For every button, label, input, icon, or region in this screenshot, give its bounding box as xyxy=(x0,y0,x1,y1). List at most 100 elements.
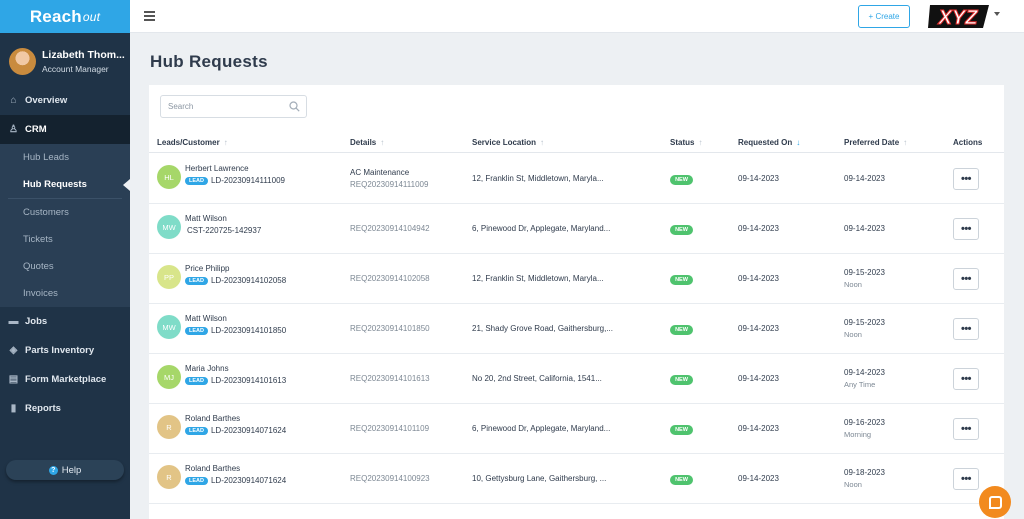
sidebar-subitem-invoices[interactable]: Invoices xyxy=(0,280,130,307)
company-logo[interactable]: XYZ xyxy=(928,3,991,30)
row-actions-button[interactable]: ••• xyxy=(953,168,979,190)
customer-id-text: LD-20230914071624 xyxy=(210,476,287,485)
table-row[interactable]: MW Matt Wilson LEAD LD-20230914101850 REQ202… xyxy=(149,304,1004,354)
row-actions-button[interactable]: ••• xyxy=(953,268,979,290)
customer-name[interactable]: Matt Wilson xyxy=(185,214,227,223)
brand-name: Reach xyxy=(29,6,82,26)
preferred-date: 09-14-2023 xyxy=(844,174,885,183)
lead-badge: LEAD xyxy=(185,426,208,435)
row-actions-button[interactable]: ••• xyxy=(953,318,979,340)
sidebar-subitem-hub-requests[interactable]: Hub Requests xyxy=(0,171,130,198)
lead-badge: LEAD xyxy=(185,276,208,285)
sidebar-item-reports[interactable]: ▮ Reports xyxy=(0,394,130,423)
sidebar-item-parts-inventory[interactable]: ◈ Parts Inventory xyxy=(0,336,130,365)
request-number: REQ20230914101850 xyxy=(350,324,430,333)
lead-badge: LEAD xyxy=(185,476,208,485)
preferred-date: 09-16-2023 xyxy=(844,418,885,427)
preferred-date: 09-14-2023 xyxy=(844,224,885,233)
avatar xyxy=(9,48,36,75)
sidebar-item-form-marketplace[interactable]: ▤ Form Marketplace xyxy=(0,365,130,394)
table-row[interactable]: R Roland Barthes LEAD LD-20230914071624 REQ2… xyxy=(149,404,1004,454)
search-input[interactable]: Search xyxy=(160,95,307,118)
service-location: 12, Franklin St, Middletown, Maryla... xyxy=(472,174,604,183)
chat-launcher-button[interactable] xyxy=(979,486,1011,518)
sidebar-item-crm[interactable]: ♙ CRM xyxy=(0,115,130,144)
user-profile[interactable]: Lizabeth Thom... Account Manager xyxy=(0,33,130,80)
customer-avatar: MJ xyxy=(157,365,181,389)
sidebar-item-label: Form Marketplace xyxy=(25,374,107,385)
customer-id: LEAD LD-20230914071624 xyxy=(185,476,286,485)
table-row[interactable]: PP Price Philipp LEAD LD-20230914102058 REQ2… xyxy=(149,254,1004,304)
customer-name[interactable]: Roland Barthes xyxy=(185,414,240,423)
service-location: 21, Shady Grove Road, Gaithersburg,... xyxy=(472,324,613,333)
customer-id: LEAD LD-20230914111009 xyxy=(185,176,285,185)
lead-badge: LEAD xyxy=(185,326,208,335)
sidebar-subitem-quotes[interactable]: Quotes xyxy=(0,253,130,280)
table-row[interactable]: MW Matt Wilson CST-220725-142937 REQ2023091… xyxy=(149,204,1004,254)
customer-avatar: HL xyxy=(157,165,181,189)
sidebar-item-jobs[interactable]: ▬ Jobs xyxy=(0,307,130,336)
sort-arrow-icon: ↓ xyxy=(796,138,801,147)
sidebar-nav: ⌂ Overview ♙ CRM Hub Leads Hub Requests … xyxy=(0,86,130,423)
sidebar-item-label: CRM xyxy=(25,124,47,135)
table-row[interactable]: R Roland Barthes LEAD LD-20230914071624 REQ2… xyxy=(149,454,1004,504)
user-role: Account Manager xyxy=(42,64,109,74)
form-icon: ▤ xyxy=(8,374,19,385)
box-icon: ◈ xyxy=(9,345,18,356)
sidebar-item-overview[interactable]: ⌂ Overview xyxy=(0,86,130,115)
sidebar-item-label: Overview xyxy=(25,95,68,106)
table-row[interactable]: HL Herbert Lawrence LEAD LD-20230914111009 A… xyxy=(149,154,1004,204)
account-dropdown-caret-icon[interactable] xyxy=(994,12,1000,16)
top-bar: + Create XYZ xyxy=(130,0,1024,33)
preferred-date: 09-18-2023 xyxy=(844,468,885,477)
briefcase-icon: ▬ xyxy=(8,316,19,327)
home-icon: ⌂ xyxy=(10,95,17,106)
requested-on-date: 09-14-2023 xyxy=(738,324,779,333)
service-location: 6, Pinewood Dr, Applegate, Maryland... xyxy=(472,224,611,233)
menu-icon[interactable] xyxy=(144,11,155,21)
sidebar-subitem-hub-leads[interactable]: Hub Leads xyxy=(0,144,130,171)
request-detail-title: AC Maintenance xyxy=(350,168,410,177)
customer-name[interactable]: Herbert Lawrence xyxy=(185,164,249,173)
row-actions-button[interactable]: ••• xyxy=(953,418,979,440)
user-name: Lizabeth Thom... xyxy=(42,49,125,61)
create-button[interactable]: + Create xyxy=(858,5,910,28)
customer-avatar: MW xyxy=(157,315,181,339)
customer-name[interactable]: Roland Barthes xyxy=(185,464,240,473)
row-actions-button[interactable]: ••• xyxy=(953,218,979,240)
crm-submenu: Hub Leads Hub Requests Customers Tickets… xyxy=(0,144,130,307)
service-location: 6, Pinewood Dr, Applegate, Maryland... xyxy=(472,424,611,433)
table-header: Leads/Customer ↑ Details ↑ Service Locatio… xyxy=(149,132,1004,153)
customer-id: LEAD LD-20230914101613 xyxy=(185,376,286,385)
status-badge: NEW xyxy=(670,325,693,335)
request-number: REQ20230914111009 xyxy=(350,180,429,189)
column-status[interactable]: Status ↑ xyxy=(670,138,702,147)
customer-name[interactable]: Matt Wilson xyxy=(185,314,227,323)
chat-icon xyxy=(988,495,1002,509)
question-icon: ? xyxy=(48,465,58,475)
column-preferred-date[interactable]: Preferred Date ↑ xyxy=(844,138,907,147)
sidebar-item-label: Reports xyxy=(25,403,61,414)
customer-id-text: LD-20230914071624 xyxy=(210,426,287,435)
customer-name[interactable]: Price Philipp xyxy=(185,264,229,273)
table-row[interactable]: MJ Maria Johns LEAD LD-20230914101613 REQ202… xyxy=(149,354,1004,404)
sidebar-subitem-tickets[interactable]: Tickets xyxy=(0,226,130,253)
customer-name[interactable]: Maria Johns xyxy=(185,364,229,373)
row-actions-button[interactable]: ••• xyxy=(953,368,979,390)
brand-logo[interactable]: Reach out xyxy=(0,0,130,33)
column-actions: Actions xyxy=(953,138,983,147)
sidebar: Reach out Lizabeth Thom... Account Manage… xyxy=(0,0,130,519)
sidebar-subitem-customers[interactable]: Customers xyxy=(0,199,130,226)
help-button[interactable]: ? Help xyxy=(6,460,124,480)
requested-on-date: 09-14-2023 xyxy=(738,474,779,483)
customer-id: LEAD LD-20230914101850 xyxy=(185,326,286,335)
status-badge: NEW xyxy=(670,275,693,285)
row-actions-button[interactable]: ••• xyxy=(953,468,979,490)
column-requested-on[interactable]: Requested On ↓ xyxy=(738,138,800,147)
column-leads-customer[interactable]: Leads/Customer ↑ xyxy=(157,138,228,147)
column-service-location[interactable]: Service Location ↑ xyxy=(472,138,544,147)
request-number: REQ20230914101109 xyxy=(350,424,430,433)
help-label: Help xyxy=(61,464,82,476)
column-details[interactable]: Details ↑ xyxy=(350,138,384,147)
customer-avatar: PP xyxy=(157,265,181,289)
